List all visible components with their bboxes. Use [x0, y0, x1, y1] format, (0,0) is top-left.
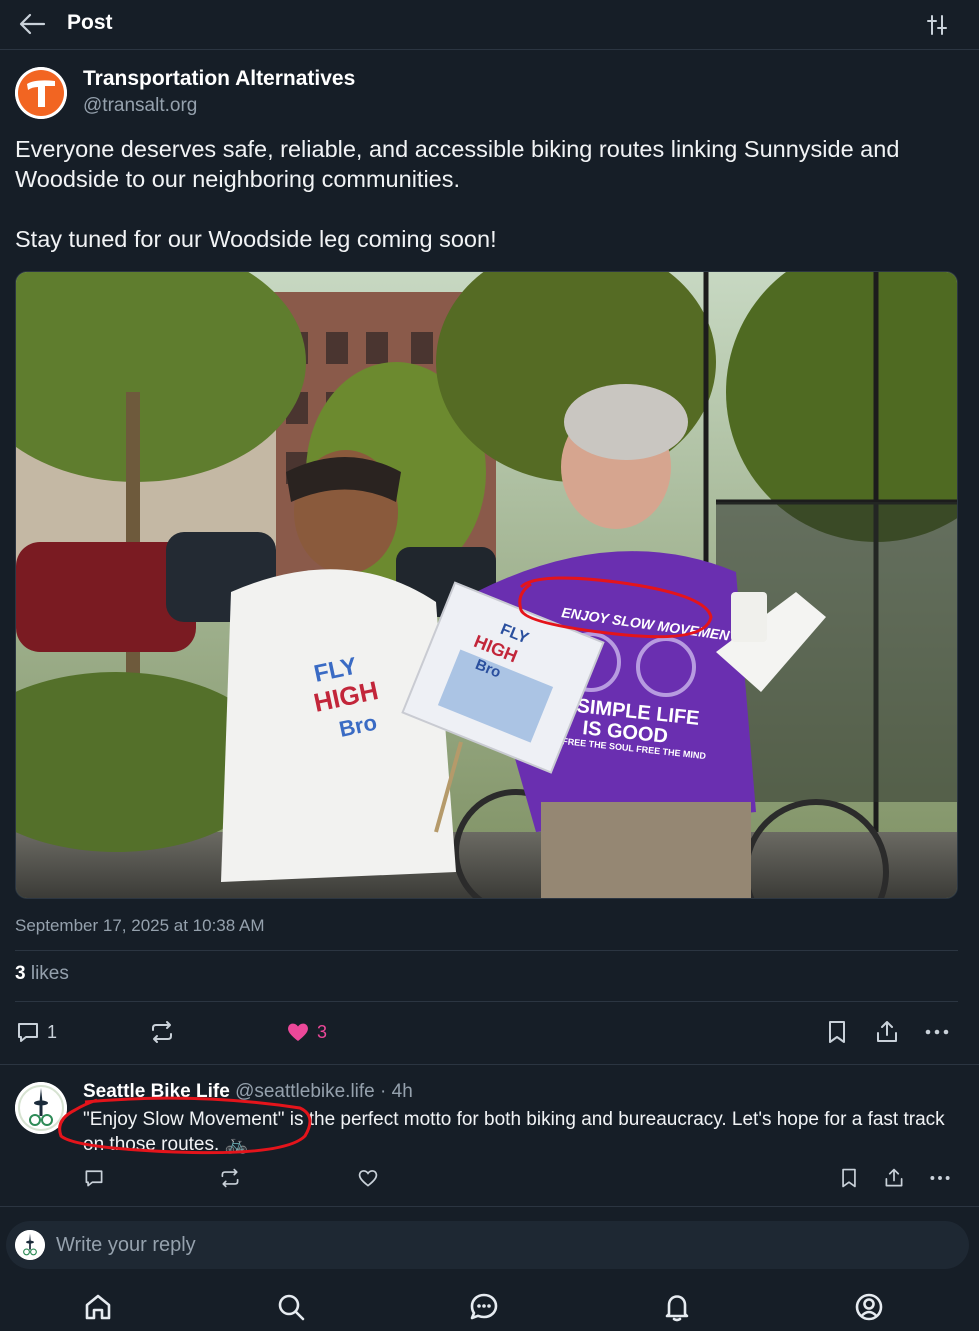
repost-icon	[221, 1168, 239, 1188]
nav-profile[interactable]	[852, 1290, 886, 1324]
reply-bookmark-button[interactable]	[838, 1167, 860, 1189]
search-icon	[278, 1294, 305, 1321]
comment-icon	[85, 1170, 103, 1187]
divider	[0, 1064, 979, 1065]
back-button[interactable]	[16, 10, 48, 38]
nav-search[interactable]	[274, 1290, 308, 1324]
reply-share-button[interactable]	[883, 1167, 905, 1189]
author-avatar[interactable]	[15, 67, 67, 119]
more-horizontal-icon	[925, 1029, 949, 1035]
sliders-icon	[927, 15, 947, 35]
share-button[interactable]	[874, 1019, 900, 1045]
share-icon	[885, 1168, 903, 1187]
divider	[15, 950, 958, 951]
divider	[0, 1206, 979, 1207]
nav-home[interactable]	[81, 1290, 115, 1324]
reply-more-options-button[interactable]	[929, 1167, 951, 1189]
reply-input[interactable]	[56, 1232, 936, 1258]
nav-chat[interactable]	[467, 1290, 501, 1324]
arrow-left-icon	[19, 13, 46, 35]
user-avatar	[15, 1230, 45, 1260]
bell-icon	[665, 1295, 689, 1322]
divider	[15, 1001, 958, 1002]
likes-count: 3	[15, 963, 26, 984]
photo-illustration: FLY HIGH Bro ENJOY SLOW MOVEMENT SIMPLE …	[16, 272, 957, 898]
thread-settings-button[interactable]	[924, 12, 950, 38]
transalt-logo	[15, 67, 67, 119]
more-horizontal-icon	[930, 1176, 950, 1180]
seattle-bike-life-logo	[15, 1082, 67, 1134]
reply-button[interactable]: 1	[15, 1019, 57, 1045]
seattle-bike-life-logo	[15, 1230, 45, 1260]
reply-comment-button[interactable]	[83, 1167, 105, 1189]
profile-icon	[855, 1293, 883, 1321]
post-paragraph: Everyone deserves safe, reliable, and ac…	[15, 136, 900, 192]
chat-icon	[470, 1293, 498, 1320]
likes-label: likes	[25, 963, 69, 984]
author-name[interactable]: Transportation Alternatives	[83, 67, 355, 91]
more-options-button[interactable]	[924, 1019, 950, 1045]
nav-notifications[interactable]	[660, 1290, 694, 1324]
page-title: Post	[67, 11, 113, 34]
reply-text: "Enjoy Slow Movement" is the perfect mot…	[83, 1109, 945, 1155]
like-count: 3	[317, 1021, 328, 1042]
home-icon	[85, 1294, 111, 1320]
reply-count: 1	[47, 1021, 58, 1042]
post-text: Everyone deserves safe, reliable, and ac…	[15, 134, 960, 254]
reply-author-name[interactable]: Seattle Bike Life	[83, 1081, 230, 1102]
like-button[interactable]: 3	[285, 1019, 327, 1045]
repost-icon	[152, 1021, 172, 1043]
bookmark-button[interactable]	[824, 1019, 850, 1045]
bookmark-icon	[829, 1021, 845, 1043]
post-image[interactable]: FLY HIGH Bro ENJOY SLOW MOVEMENT SIMPLE …	[15, 271, 958, 899]
heart-icon	[358, 1170, 378, 1187]
reply-author-avatar[interactable]	[15, 1082, 67, 1134]
reply-header: Seattle Bike Life @seattlebike.life · 4h	[83, 1081, 413, 1103]
comment-icon	[18, 1023, 38, 1042]
top-bar	[0, 0, 979, 50]
share-icon	[877, 1021, 897, 1042]
post-paragraph: Stay tuned for our Woodside leg coming s…	[15, 226, 497, 252]
reply-like-button[interactable]	[357, 1167, 379, 1189]
reply-author-handle[interactable]: @seattlebike.life	[235, 1081, 375, 1102]
bookmark-icon	[842, 1168, 856, 1188]
reply-repost-button[interactable]	[219, 1167, 241, 1189]
post-timestamp: September 17, 2025 at 10:38 AM	[15, 916, 265, 935]
heart-filled-icon	[288, 1023, 308, 1041]
likes-summary[interactable]: 3 likes	[15, 963, 69, 985]
reply-time: · 4h	[374, 1081, 413, 1102]
author-handle[interactable]: @transalt.org	[83, 95, 197, 117]
repost-button[interactable]	[149, 1019, 175, 1045]
